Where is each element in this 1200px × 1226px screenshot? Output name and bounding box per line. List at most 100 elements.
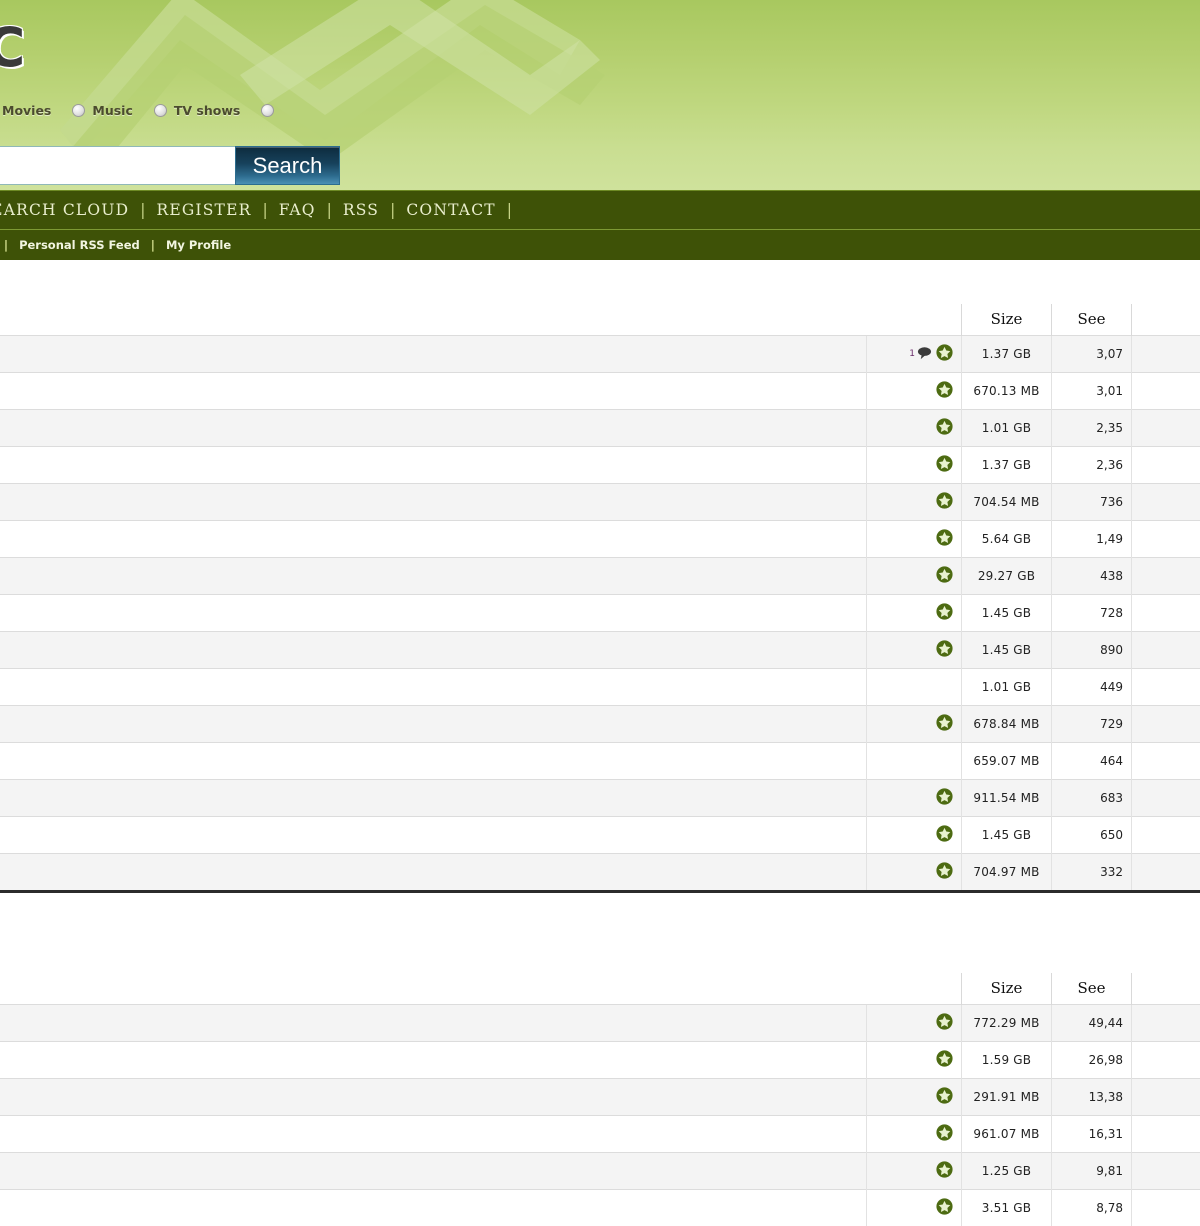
torrent-name-link[interactable] (0, 373, 867, 410)
torrent-name-link[interactable] (0, 669, 867, 706)
torrent-name-link[interactable] (0, 447, 867, 484)
table-row[interactable]: 5.64 GB1,49 (0, 521, 1200, 558)
verified-torrent-icon[interactable] (936, 344, 953, 364)
verified-torrent-icon[interactable] (936, 1087, 953, 1107)
table-row[interactable]: 1.01 GB449 (0, 669, 1200, 706)
torrent-size: 1.25 GB (962, 1153, 1052, 1190)
nav-link-faq[interactable]: FAQ (279, 201, 316, 219)
torrent-seeders: 3,07 (1052, 336, 1132, 373)
column-header-size[interactable]: Size (962, 973, 1052, 1005)
torrent-leechers (1132, 706, 1200, 743)
search-button[interactable]: Search (235, 146, 340, 185)
nav-link-search-cloud[interactable]: SEARCH CLOUD (0, 201, 129, 219)
torrent-name-link[interactable] (0, 484, 867, 521)
radio-icon[interactable] (261, 104, 274, 117)
radio-icon[interactable] (72, 104, 85, 117)
table-row[interactable]: 1.45 GB728 (0, 595, 1200, 632)
verified-torrent-icon[interactable] (936, 1050, 953, 1070)
table-row[interactable]: P5 1 x2643.51 GB8,78 (0, 1190, 1200, 1226)
verified-torrent-icon[interactable] (936, 381, 953, 401)
verified-torrent-icon[interactable] (936, 825, 953, 845)
torrent-seeders: 438 (1052, 558, 1132, 595)
table-row[interactable]: 1.45 GB890 (0, 632, 1200, 669)
torrent-name-link[interactable] (0, 706, 867, 743)
table-row[interactable]: 678.84 MB729 (0, 706, 1200, 743)
table-row[interactable]: New Source704.97 MB332 (0, 854, 1200, 891)
nav-link-register[interactable]: REGISTER (156, 201, 251, 219)
torrent-seeders: 650 (1052, 817, 1132, 854)
torrent-badges (867, 1005, 962, 1042)
torrent-name-link[interactable]: rueHD 7.1 Atmos-FGT (0, 558, 867, 595)
subnav-link-personal-rss-feed[interactable]: Personal RSS Feed (19, 238, 140, 252)
torrent-name-link[interactable]: Ew (0, 817, 867, 854)
torrent-leechers (1132, 447, 1200, 484)
torrent-name-link[interactable] (0, 1153, 867, 1190)
torrent-name-link[interactable] (0, 1005, 867, 1042)
column-header-seeders[interactable]: See (1052, 304, 1132, 336)
table-row[interactable]: 911.54 MB683 (0, 780, 1200, 817)
verified-torrent-icon[interactable] (936, 455, 953, 475)
torrent-name-link[interactable]: P5 1 x264 (0, 1190, 867, 1226)
torrent-name-link[interactable] (0, 780, 867, 817)
column-header-seeders[interactable]: See (1052, 973, 1132, 1005)
column-header-leechers[interactable] (1132, 304, 1200, 336)
table-row[interactable]: 1.01 GB2,35 (0, 410, 1200, 447)
verified-torrent-icon[interactable] (936, 603, 953, 623)
table-row[interactable]: 1.59 GB26,98 (0, 1042, 1200, 1079)
torrent-badges (867, 1190, 962, 1226)
table-row[interactable]: 1.37 GB2,36 (0, 447, 1200, 484)
category-option-music[interactable]: Music (72, 103, 132, 118)
column-header-name[interactable] (0, 304, 867, 336)
torrent-name-link[interactable] (0, 410, 867, 447)
torrent-name-link[interactable] (0, 595, 867, 632)
category-option-movies[interactable]: Movies (0, 103, 51, 118)
nav-link-rss[interactable]: RSS (343, 201, 379, 219)
nav-link-contact[interactable]: CONTACT (406, 201, 495, 219)
verified-torrent-icon[interactable] (936, 1198, 953, 1218)
verified-torrent-icon[interactable] (936, 788, 953, 808)
verified-torrent-icon[interactable] (936, 566, 953, 586)
verified-torrent-icon[interactable] (936, 862, 953, 882)
torrent-name-link[interactable] (0, 743, 867, 780)
torrent-name-link[interactable] (0, 1042, 867, 1079)
column-header-name[interactable] (0, 973, 867, 1005)
torrent-name-link[interactable] (0, 336, 867, 373)
table-row[interactable]: 291.91 MB13,38 (0, 1079, 1200, 1116)
column-header-leechers[interactable] (1132, 973, 1200, 1005)
table-row[interactable]: rueHD 7.1 Atmos-FGT29.27 GB438 (0, 558, 1200, 595)
table-row[interactable]: 670.13 MB3,01 (0, 373, 1200, 410)
verified-torrent-icon[interactable] (936, 1124, 953, 1144)
table-row[interactable]: 961.07 MB16,31 (0, 1116, 1200, 1153)
torrent-name-link[interactable] (0, 632, 867, 669)
table-row[interactable]: 659.07 MB464 (0, 743, 1200, 780)
torrent-name-link[interactable]: New Source (0, 854, 867, 891)
section-heading: egory) (0, 260, 1200, 304)
column-header-size[interactable]: Size (962, 304, 1052, 336)
verified-torrent-icon[interactable] (936, 418, 953, 438)
subnav-link-my-profile[interactable]: My Profile (166, 238, 231, 252)
site-logo[interactable]: CC (0, 16, 23, 79)
category-option-tvshows[interactable]: TV shows (154, 103, 240, 118)
verified-torrent-icon[interactable] (936, 492, 953, 512)
table-row[interactable]: 772.29 MB49,44 (0, 1005, 1200, 1042)
verified-torrent-icon[interactable] (936, 640, 953, 660)
verified-torrent-icon[interactable] (936, 1013, 953, 1033)
table-row[interactable]: Ew1.45 GB650 (0, 817, 1200, 854)
category-option-other[interactable] (261, 104, 281, 117)
search-input[interactable] (0, 146, 235, 185)
table-row[interactable]: 11.37 GB3,07 (0, 336, 1200, 373)
table-row[interactable]: 704.54 MB736 (0, 484, 1200, 521)
verified-torrent-icon[interactable] (936, 1161, 953, 1181)
radio-icon[interactable] (154, 104, 167, 117)
section-spacer (0, 893, 1200, 929)
torrent-name-link[interactable] (0, 521, 867, 558)
torrent-seeders: 9,81 (1052, 1153, 1132, 1190)
comment-bubble-icon[interactable] (917, 346, 932, 363)
torrent-badges (867, 854, 962, 891)
table-row[interactable]: 1.25 GB9,81 (0, 1153, 1200, 1190)
torrent-name-link[interactable] (0, 1079, 867, 1116)
verified-torrent-icon[interactable] (936, 714, 953, 734)
torrent-name-link[interactable] (0, 1116, 867, 1153)
verified-torrent-icon[interactable] (936, 529, 953, 549)
category-label: Movies (2, 103, 51, 118)
